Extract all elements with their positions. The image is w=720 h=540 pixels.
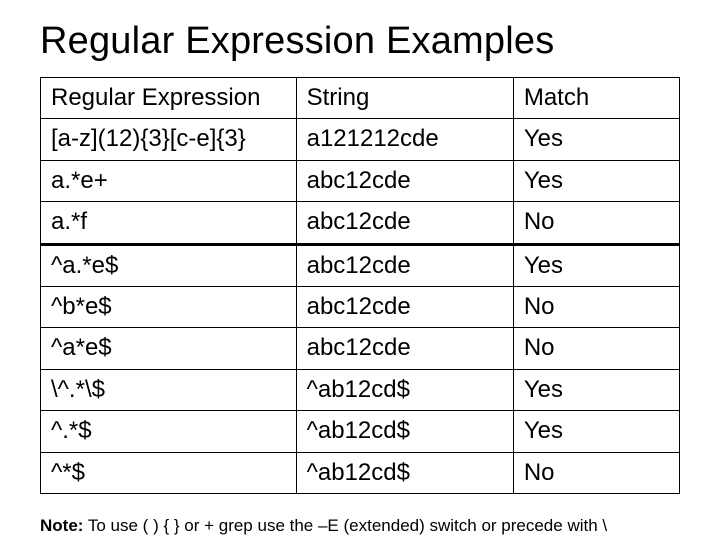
cell-match: No	[513, 452, 679, 493]
footnote: Note: To use ( ) { } or + grep use the –…	[40, 516, 680, 536]
header-regex: Regular Expression	[41, 78, 297, 119]
cell-string: abc12cde	[296, 286, 513, 327]
cell-match: No	[513, 202, 679, 244]
cell-match: Yes	[513, 160, 679, 201]
cell-string: a121212cde	[296, 119, 513, 160]
cell-string: abc12cde	[296, 328, 513, 369]
table-row: ^b*e$ abc12cde No	[41, 286, 680, 327]
table-row: ^a*e$ abc12cde No	[41, 328, 680, 369]
cell-regex: ^.*$	[41, 411, 297, 452]
table-header-row: Regular Expression String Match	[41, 78, 680, 119]
cell-regex: ^a.*e$	[41, 244, 297, 286]
cell-match: Yes	[513, 244, 679, 286]
header-match: Match	[513, 78, 679, 119]
cell-string: ^ab12cd$	[296, 411, 513, 452]
cell-regex: a.*f	[41, 202, 297, 244]
cell-match: Yes	[513, 119, 679, 160]
cell-string: abc12cde	[296, 160, 513, 201]
header-string: String	[296, 78, 513, 119]
cell-match: No	[513, 328, 679, 369]
table-row: [a-z](12){3}[c-e]{3} a121212cde Yes	[41, 119, 680, 160]
cell-regex: [a-z](12){3}[c-e]{3}	[41, 119, 297, 160]
cell-match: No	[513, 286, 679, 327]
table-row: ^*$ ^ab12cd$ No	[41, 452, 680, 493]
footnote-text: To use ( ) { } or + grep use the –E (ext…	[83, 516, 607, 535]
cell-regex: ^*$	[41, 452, 297, 493]
table-row: a.*e+ abc12cde Yes	[41, 160, 680, 201]
cell-string: ^ab12cd$	[296, 452, 513, 493]
slide: Regular Expression Examples Regular Expr…	[0, 0, 720, 540]
table-row: ^a.*e$ abc12cde Yes	[41, 244, 680, 286]
cell-regex: \^.*\$	[41, 369, 297, 410]
cell-regex: a.*e+	[41, 160, 297, 201]
regex-table: Regular Expression String Match [a-z](12…	[40, 77, 680, 494]
table-row: ^.*$ ^ab12cd$ Yes	[41, 411, 680, 452]
cell-regex: ^a*e$	[41, 328, 297, 369]
table-row: \^.*\$ ^ab12cd$ Yes	[41, 369, 680, 410]
cell-string: ^ab12cd$	[296, 369, 513, 410]
footnote-label: Note:	[40, 516, 83, 535]
page-title: Regular Expression Examples	[40, 20, 680, 63]
cell-match: Yes	[513, 369, 679, 410]
cell-string: abc12cde	[296, 202, 513, 244]
cell-match: Yes	[513, 411, 679, 452]
table-row: a.*f abc12cde No	[41, 202, 680, 244]
cell-string: abc12cde	[296, 244, 513, 286]
cell-regex: ^b*e$	[41, 286, 297, 327]
